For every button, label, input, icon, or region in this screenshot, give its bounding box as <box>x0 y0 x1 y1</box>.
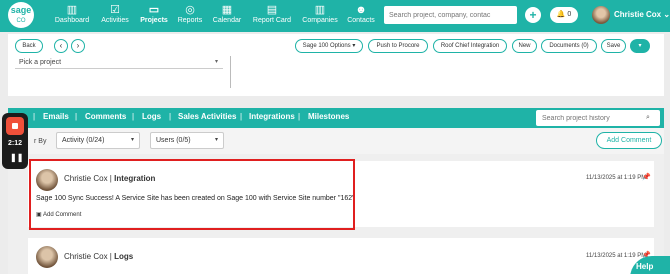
report-card-icon: ▤ <box>266 4 278 16</box>
next-button[interactable]: › <box>71 39 85 53</box>
highlight-box <box>29 159 355 230</box>
tab-separator: | <box>75 112 78 121</box>
documents-button[interactable]: Documents (0) <box>541 39 597 53</box>
nav-calendar[interactable]: ▦ Calendar <box>205 3 249 24</box>
tab-separator: | <box>240 112 243 121</box>
nav-activities[interactable]: ☑ Activities <box>93 3 137 24</box>
dashboard-icon: ▥ <box>66 4 78 16</box>
pick-project-select[interactable]: Pick a project ▾ <box>15 56 223 69</box>
entry-title: Christie Cox | Logs <box>64 252 133 261</box>
notifications-button[interactable]: 🔔 0 <box>550 7 578 23</box>
screen-recorder-widget: 2:12 ❚❚ <box>2 113 28 169</box>
chevron-down-icon: ▾ <box>214 137 218 143</box>
nav-dashboard[interactable]: ▥ Dashboard <box>50 3 94 24</box>
nav-label: Calendar <box>212 17 242 24</box>
companies-icon: ▥ <box>314 4 326 16</box>
entry-type: Logs <box>114 252 134 261</box>
roof-chief-integration-button[interactable]: Roof Chief Integration <box>433 39 507 53</box>
user-name: Christie Cox <box>614 10 662 19</box>
pause-icon[interactable]: ❚❚ <box>10 153 23 163</box>
entry-timestamp: 11/13/2025 at 1:19 PM <box>586 175 647 181</box>
chevron-down-icon: ▾ <box>214 59 218 65</box>
save-button[interactable]: Save <box>601 39 626 53</box>
nav-label: Companies <box>302 17 338 24</box>
tab-separator: | <box>298 112 301 121</box>
calendar-icon: ▦ <box>221 4 233 16</box>
users-filter-value: Users (0/5) <box>156 137 191 144</box>
notification-count: 0 <box>567 11 572 18</box>
tab-comments[interactable]: Comments <box>85 112 126 121</box>
bell-icon: 🔔 <box>556 11 566 18</box>
activity-filter-select[interactable]: Activity (0/24) ▾ <box>56 132 140 149</box>
stop-recording-button[interactable] <box>6 117 24 135</box>
nav-label: Projects <box>140 17 168 24</box>
nav-label: Dashboard <box>54 17 90 24</box>
project-header-panel: Back ‹ › Sage 100 Options ▾ Push to Proc… <box>8 34 664 96</box>
user-avatar[interactable] <box>592 6 610 24</box>
recording-time: 2:12 <box>7 140 22 147</box>
new-button[interactable]: New <box>512 39 537 53</box>
divider <box>230 56 231 88</box>
tab-emails[interactable]: Emails <box>43 112 69 121</box>
filter-row: r By Activity (0/24) ▾ Users (0/5) ▾ Add C… <box>8 128 664 154</box>
more-options-dropdown[interactable]: ▾ <box>630 39 650 53</box>
pin-icon[interactable]: 📌 <box>642 173 651 181</box>
nav-report-card[interactable]: ▤ Report Card <box>250 3 294 24</box>
activities-icon: ☑ <box>110 4 120 16</box>
global-search-input[interactable] <box>384 6 517 24</box>
activity-filter-value: Activity (0/24) <box>62 137 105 144</box>
tab-separator: | <box>33 112 36 121</box>
nav-label: Reports <box>177 17 203 24</box>
prev-button[interactable]: ‹ <box>54 39 68 53</box>
add-button[interactable]: + <box>525 7 541 23</box>
tab-milestones[interactable]: Milestones <box>308 112 349 121</box>
user-menu[interactable]: Christie Cox ⌄ <box>614 10 670 19</box>
push-to-procore-button[interactable]: Push to Procore <box>368 39 428 53</box>
tab-integrations[interactable]: Integrations <box>249 112 295 121</box>
nav-contacts[interactable]: ☻ Contacts <box>339 3 383 24</box>
pick-project-label: Pick a project <box>19 59 62 66</box>
add-comment-button[interactable]: Add Comment <box>596 132 662 149</box>
logo-text: sage <box>10 5 32 15</box>
history-search-input[interactable] <box>536 110 660 126</box>
search-icon[interactable]: ⌕ <box>646 114 650 122</box>
filter-by-label: r By <box>34 138 47 145</box>
nav-label: Contacts <box>347 17 375 24</box>
users-filter-select[interactable]: Users (0/5) ▾ <box>150 132 224 149</box>
nav-label: Report Card <box>252 17 292 24</box>
tab-sales-activities[interactable]: Sales Activities <box>178 112 236 121</box>
sage-logo[interactable]: sage CO <box>8 2 34 28</box>
tab-separator: | <box>169 112 172 121</box>
history-tab-bar: | Emails | Comments | Logs | Sales Activ… <box>8 108 664 128</box>
top-nav: sage CO ▥ Dashboard ☑ Activities ▭ Projects … <box>0 0 670 32</box>
logo-subtext: CO <box>16 18 26 24</box>
contacts-icon: ☻ <box>355 4 367 16</box>
avatar <box>36 246 58 268</box>
nav-label: Activities <box>101 17 129 24</box>
entry-timestamp: 11/13/2025 at 1:19 PM <box>586 253 647 259</box>
tab-logs[interactable]: Logs <box>142 112 161 121</box>
chevron-down-icon: ⌄ <box>663 10 670 19</box>
chevron-down-icon: ▾ <box>130 137 134 143</box>
sage-100-options-button[interactable]: Sage 100 Options ▾ <box>295 39 363 53</box>
entry-author: Christie Cox <box>64 252 108 261</box>
history-entry: Christie Cox | Logs 11/13/2025 at 1:19 P… <box>28 238 654 274</box>
tab-separator: | <box>132 112 135 121</box>
back-button[interactable]: Back <box>15 39 43 53</box>
nav-companies[interactable]: ▥ Companies <box>298 3 342 24</box>
